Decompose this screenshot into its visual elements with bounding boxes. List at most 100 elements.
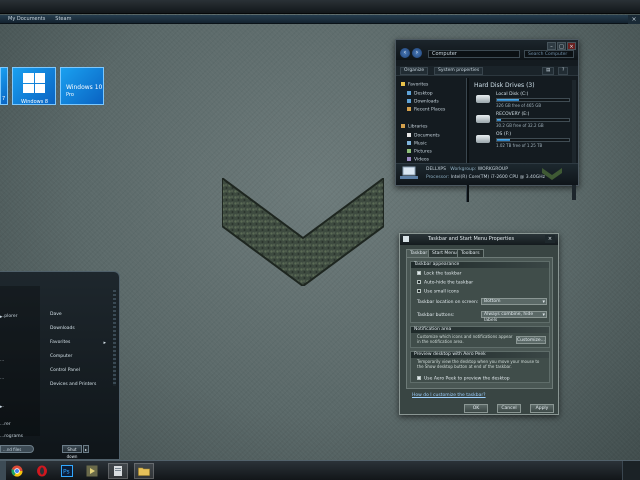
close-button[interactable]: × [567,42,576,50]
nav-music[interactable]: Music [407,141,427,147]
drive-usage-bar [496,118,570,122]
taskbar-properties-dialog[interactable]: Taskbar and Start Menu Properties × Task… [399,233,559,415]
processor-row: Processor: Intel(R) Core(TM) i7-2600 CPU… [426,175,545,180]
small-icons-checkbox[interactable]: Use small icons [417,289,459,295]
program-item[interactable]: ...rer [0,422,11,427]
tile-label: 7 [2,96,6,102]
customize-button[interactable]: Customize... [516,336,546,344]
start-link-computer[interactable]: Computer [50,354,72,359]
processor-label: Processor: [426,175,450,180]
minimize-button[interactable]: – [547,42,556,50]
start-menu-scrollbar[interactable] [113,290,116,386]
tab-my-documents[interactable]: My Documents [0,15,45,24]
tab-start-menu[interactable]: Start Menu [428,249,461,257]
search-input[interactable]: Search Computer [524,50,574,58]
start-link-control-panel[interactable]: Control Panel [50,368,80,373]
drive-item[interactable]: RECOVERY (E:) 30.2 GB free of 32.2 GB [476,112,570,128]
nav-pictures[interactable]: Pictures [407,149,432,155]
autohide-taskbar-checkbox[interactable]: Auto-hide the taskbar [417,280,473,286]
view-options-icon[interactable]: ▤ [542,67,555,75]
media-player-icon[interactable] [82,463,102,479]
dialog-close-button[interactable]: × [545,235,555,243]
computer-name: DELLXPS [426,167,446,172]
nav-desktop[interactable]: Desktop [407,91,433,97]
chrome-icon[interactable] [7,463,27,479]
forward-arrow-icon[interactable]: › [412,48,422,58]
start-menu[interactable]: ...plorer ▸ ... ... ... ▸ ...rer Dave Do… [0,271,120,460]
start-link-devices-printers[interactable]: Devices and Printers [50,382,96,387]
computer-icon [400,166,418,179]
tab-steam[interactable]: Steam [47,15,71,24]
help-link[interactable]: How do I customize the taskbar? [412,393,486,398]
taskbar-location-select[interactable]: Bottom [481,298,547,305]
nav-libraries[interactable]: Libraries [401,124,427,130]
aero-peek-checkbox[interactable]: Use Aero Peek to preview the desktop [417,376,510,382]
nav-videos[interactable]: Videos [407,157,429,163]
address-bar[interactable]: Computer [428,50,520,58]
recent-places-icon [407,107,411,111]
start-link-downloads[interactable]: Downloads [50,326,75,331]
help-icon[interactable]: ? [558,67,569,75]
apply-button[interactable]: Apply [530,404,554,413]
submenu-arrow-icon: ▸ [0,314,3,320]
taskbar-location-label: Taskbar location on screen: [417,300,479,305]
drive-name: RECOVERY (E:) [496,112,530,117]
taskbar-appearance-section: Taskbar appearance Lock the taskbar Auto… [410,261,550,323]
aero-peek-description: Temporarily view the desktop when you mo… [417,359,540,369]
programs-list: ...plorer ▸ ... ... ... ▸ ...rer [0,286,40,436]
submenu-arrow-icon: ▸ [0,404,3,410]
drive-item[interactable]: Local Disk (C:) 326 GB free of 465 GB [476,92,570,108]
chevron-badge-icon [542,168,562,180]
top-close-button[interactable]: × [628,15,640,24]
processor-value: Intel(R) Core(TM) i7-2600 CPU @ 3.40GHz [450,175,545,180]
pictures-icon [407,149,411,153]
section-header: Notification area [411,327,549,333]
start-search-input[interactable]: ...nd files [0,445,34,453]
tile-label: Windows 8 [21,99,49,105]
nav-favorites[interactable]: Favorites [401,82,428,88]
svg-text:Ps: Ps [63,469,70,476]
start-link-user[interactable]: Dave [50,312,62,317]
photoshop-icon[interactable]: Ps [57,463,77,479]
organize-button[interactable]: Organize [400,67,429,75]
show-desktop-button[interactable] [622,461,640,480]
lock-taskbar-checkbox[interactable]: Lock the taskbar [417,271,461,277]
tile-windows-8[interactable]: Windows 8 [12,67,56,105]
folder-icon[interactable] [134,463,154,479]
start-link-favorites[interactable]: Favorites ▸ [50,340,106,346]
tile-windows-10[interactable]: Windows 10 Pro [60,67,104,105]
shutdown-options-button[interactable]: ▸ [83,445,89,453]
notification-description: Customize which icons and notifications … [417,334,513,344]
explorer-window-icon[interactable] [108,463,128,479]
taskbar-buttons-select[interactable]: Always combine, hide labels [481,311,547,323]
explorer-window[interactable]: – □ × ‹ › Computer Search Computer Organ… [395,39,579,202]
program-item[interactable]: ... [0,358,4,363]
start-button[interactable] [0,461,6,480]
cancel-button[interactable]: Cancel [497,404,521,413]
drive-item[interactable]: OS (F:) 1.02 TB free of 1.25 TB [476,132,570,148]
submenu-arrow-icon: ▸ [103,340,106,346]
nav-documents[interactable]: Documents [407,133,440,139]
ok-button[interactable]: OK [464,404,488,413]
tile-sublabel: Pro [66,92,74,98]
opera-icon[interactable] [32,463,52,479]
all-programs-label[interactable]: ...rograms [0,434,23,439]
system-properties-button[interactable]: System properties [434,67,484,75]
tab-toolbars[interactable]: Toolbars [457,249,484,257]
videos-icon [407,157,411,161]
shutdown-button[interactable]: Shut down [62,445,82,459]
section-header: Preview desktop with Aero Peek [411,352,549,358]
back-arrow-icon[interactable]: ‹ [400,48,410,58]
program-item[interactable]: ... [0,376,4,381]
desktop-icon [407,91,411,95]
notification-area-section: Notification area Customize which icons … [410,326,550,348]
dialog-app-icon [403,236,409,242]
taskbar: Ps [0,460,640,480]
tile-windows-7[interactable]: 7 [0,67,8,105]
taskbar-buttons-label: Taskbar buttons: [417,313,455,318]
nav-recent-places[interactable]: Recent Places [407,107,445,113]
computer-name-row: DELLXPS Workgroup: WORKGROUP [426,167,508,172]
hard-drive-icon [476,95,490,103]
maximize-button[interactable]: □ [557,42,566,50]
nav-downloads[interactable]: Downloads [407,99,439,105]
